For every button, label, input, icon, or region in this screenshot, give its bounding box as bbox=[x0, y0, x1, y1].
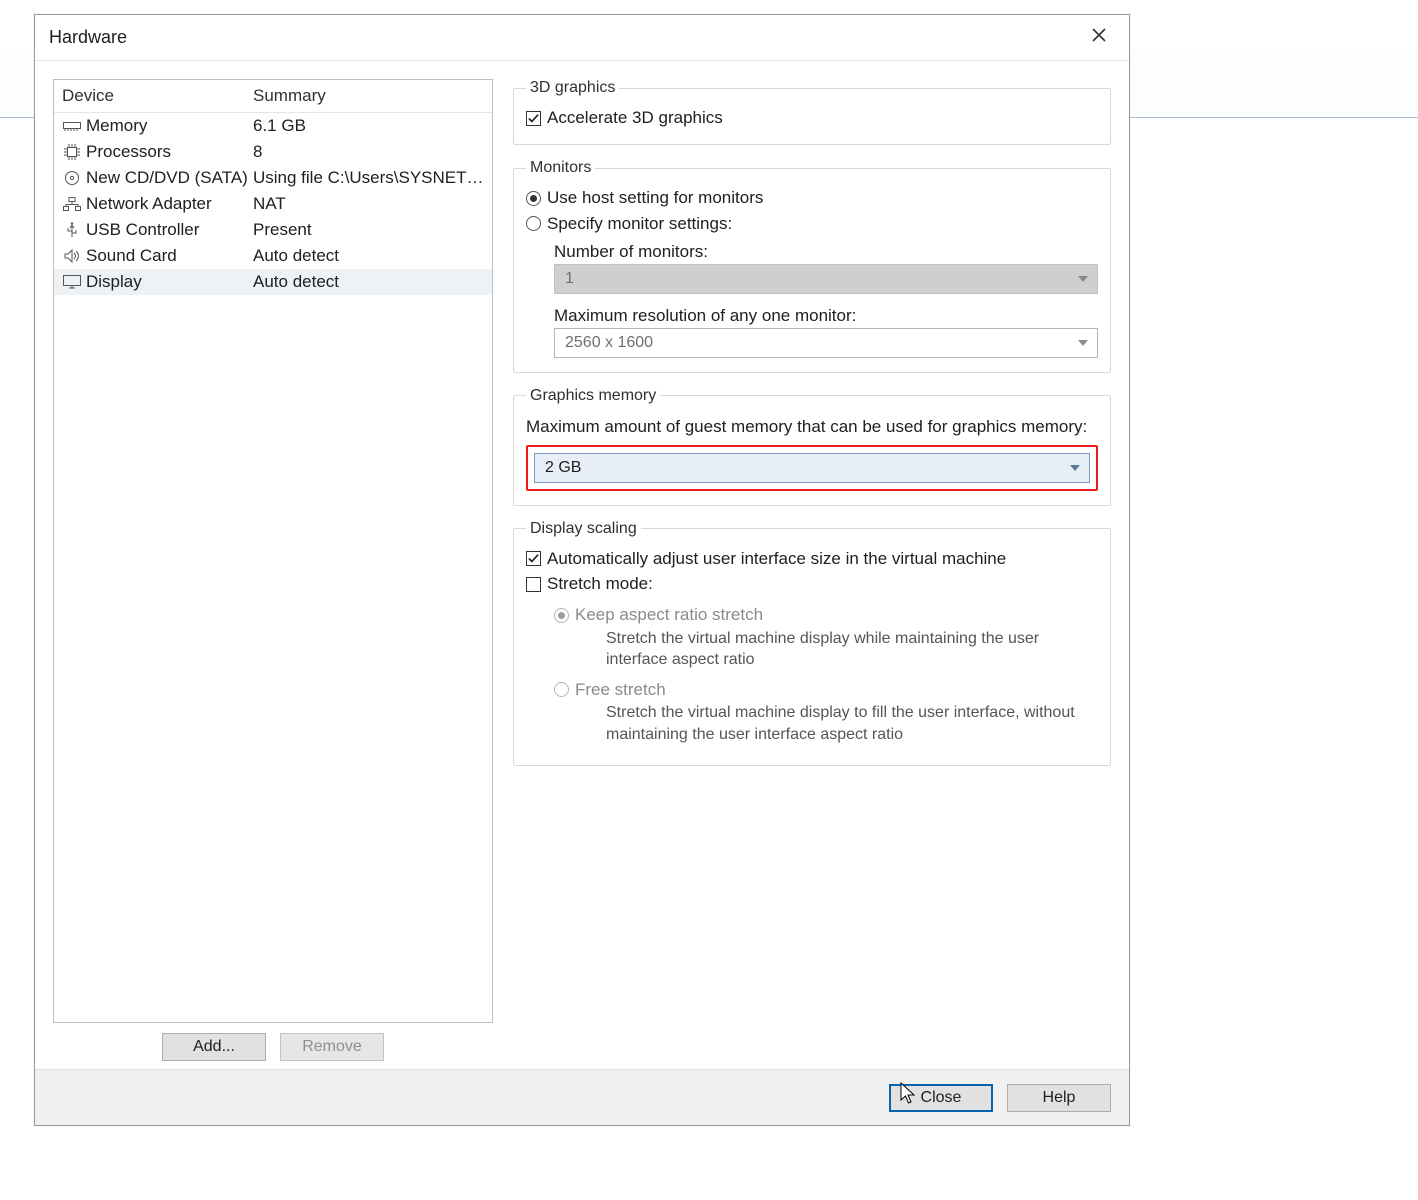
device-row-sound-card[interactable]: Sound Card Auto detect bbox=[54, 243, 492, 269]
device-row-new-cd-dvd-sata-[interactable]: New CD/DVD (SATA)Using file C:\Users\SYS… bbox=[54, 165, 492, 191]
device-summary: 8 bbox=[253, 142, 488, 162]
col-header-device: Device bbox=[58, 86, 253, 106]
maxres-value: 2560 x 1600 bbox=[565, 334, 653, 352]
use-host-monitors-row[interactable]: Use host setting for monitors bbox=[526, 185, 1098, 210]
group-monitors: Monitors Use host setting for monitors S… bbox=[513, 159, 1111, 373]
remove-device-button: Remove bbox=[280, 1033, 384, 1061]
col-header-summary: Summary bbox=[253, 86, 488, 106]
left-pane: Device Summary Memory6.1 GBProcessors8Ne… bbox=[53, 79, 493, 1061]
graphics-memory-prompt: Maximum amount of guest memory that can … bbox=[526, 413, 1098, 445]
chevron-down-icon bbox=[1077, 273, 1089, 285]
graphics-memory-value: 2 GB bbox=[545, 459, 581, 477]
legend-display-scaling: Display scaling bbox=[526, 520, 641, 538]
auto-adjust-label: Automatically adjust user interface size… bbox=[547, 548, 1006, 569]
right-pane: 3D graphics Accelerate 3D graphics Monit… bbox=[513, 79, 1111, 1061]
group-3d-graphics: 3D graphics Accelerate 3D graphics bbox=[513, 79, 1111, 145]
network-icon bbox=[62, 196, 82, 212]
graphics-memory-highlight: 2 GB bbox=[526, 445, 1098, 491]
device-name: Sound Card bbox=[86, 246, 177, 266]
device-name: Network Adapter bbox=[86, 194, 212, 214]
device-row-usb-controller[interactable]: USB Controller Present bbox=[54, 217, 492, 243]
keep-aspect-radio bbox=[554, 608, 569, 623]
disc-icon bbox=[62, 170, 82, 186]
sound-icon bbox=[62, 248, 82, 264]
stretch-mode-row[interactable]: Stretch mode: bbox=[526, 571, 1098, 596]
device-name: New CD/DVD (SATA) bbox=[86, 168, 248, 188]
hardware-dialog: Hardware Device Summary Memory 6.1 GB Proc… bbox=[34, 14, 1130, 1126]
free-stretch-label: Free stretch bbox=[575, 679, 666, 700]
free-stretch-row: Free stretch bbox=[554, 677, 1098, 702]
free-stretch-desc: Stretch the virtual machine display to f… bbox=[554, 702, 1098, 751]
stretch-mode-options: Keep aspect ratio stretch Stretch the vi… bbox=[526, 596, 1098, 751]
keep-aspect-row: Keep aspect ratio stretch bbox=[554, 602, 1098, 627]
cpu-icon bbox=[62, 144, 82, 160]
device-summary: 6.1 GB bbox=[253, 116, 488, 136]
legend-monitors: Monitors bbox=[526, 159, 595, 177]
legend-3d-graphics: 3D graphics bbox=[526, 79, 619, 97]
device-name: Processors bbox=[86, 142, 171, 162]
device-name: Memory bbox=[86, 116, 147, 136]
keep-aspect-label: Keep aspect ratio stretch bbox=[575, 604, 763, 625]
usb-icon bbox=[62, 222, 82, 238]
monitors-specify-radio[interactable] bbox=[526, 216, 541, 231]
device-summary: NAT bbox=[253, 194, 488, 214]
stretch-mode-checkbox[interactable] bbox=[526, 577, 541, 592]
stretch-mode-label: Stretch mode: bbox=[547, 573, 653, 594]
dialog-title: Hardware bbox=[49, 27, 1079, 48]
chevron-down-icon bbox=[1069, 462, 1081, 474]
device-table-header: Device Summary bbox=[54, 80, 492, 113]
chevron-down-icon bbox=[1077, 337, 1089, 349]
device-buttons: Add... Remove bbox=[53, 1023, 493, 1061]
add-device-button[interactable]: Add... bbox=[162, 1033, 266, 1061]
accelerate-3d-label: Accelerate 3D graphics bbox=[547, 107, 723, 128]
monitors-use-host-radio[interactable] bbox=[526, 191, 541, 206]
device-row-processors[interactable]: Processors 8 bbox=[54, 139, 492, 165]
help-button[interactable]: Help bbox=[1007, 1084, 1111, 1112]
memory-icon bbox=[62, 118, 82, 134]
maxres-select: 2560 x 1600 bbox=[554, 328, 1098, 358]
group-graphics-memory: Graphics memory Maximum amount of guest … bbox=[513, 387, 1111, 506]
num-monitors-select: 1 bbox=[554, 264, 1098, 294]
device-table[interactable]: Device Summary Memory6.1 GBProcessors8Ne… bbox=[53, 79, 493, 1023]
auto-adjust-row[interactable]: Automatically adjust user interface size… bbox=[526, 546, 1098, 571]
num-monitors-value: 1 bbox=[565, 270, 574, 288]
close-button[interactable] bbox=[1079, 22, 1119, 54]
monitors-use-host-label: Use host setting for monitors bbox=[547, 187, 763, 208]
dialog-body: Device Summary Memory6.1 GBProcessors8Ne… bbox=[35, 61, 1129, 1069]
monitors-specify-label: Specify monitor settings: bbox=[547, 213, 732, 234]
free-stretch-radio bbox=[554, 682, 569, 697]
device-name: USB Controller bbox=[86, 220, 199, 240]
device-row-memory[interactable]: Memory 6.1 GB bbox=[54, 113, 492, 139]
device-row-display[interactable]: Display Auto detect bbox=[54, 269, 492, 295]
accelerate-3d-checkbox[interactable] bbox=[526, 111, 541, 126]
monitors-specify-block: Number of monitors: 1 Maximum resolution… bbox=[526, 236, 1098, 358]
device-summary: Auto detect bbox=[253, 246, 488, 266]
device-summary: Present bbox=[253, 220, 488, 240]
specify-monitors-row[interactable]: Specify monitor settings: bbox=[526, 211, 1098, 236]
graphics-memory-select[interactable]: 2 GB bbox=[534, 453, 1090, 483]
accelerate-3d-row[interactable]: Accelerate 3D graphics bbox=[526, 105, 1098, 130]
close-footer-button[interactable]: Close bbox=[889, 1084, 993, 1112]
titlebar: Hardware bbox=[35, 15, 1129, 61]
device-name: Display bbox=[86, 272, 142, 292]
group-display-scaling: Display scaling Automatically adjust use… bbox=[513, 520, 1111, 766]
dialog-footer: Close Help bbox=[35, 1069, 1129, 1125]
legend-graphics-memory: Graphics memory bbox=[526, 387, 660, 405]
device-summary: Using file C:\Users\SYSNETT... bbox=[253, 168, 488, 188]
num-monitors-label: Number of monitors: bbox=[554, 236, 1098, 264]
device-summary: Auto detect bbox=[253, 272, 488, 292]
maxres-label: Maximum resolution of any one monitor: bbox=[554, 304, 1098, 328]
auto-adjust-checkbox[interactable] bbox=[526, 551, 541, 566]
device-row-network-adapter[interactable]: Network Adapter NAT bbox=[54, 191, 492, 217]
display-icon bbox=[62, 274, 82, 290]
keep-aspect-desc: Stretch the virtual machine display whil… bbox=[554, 628, 1098, 677]
close-icon bbox=[1091, 27, 1107, 48]
